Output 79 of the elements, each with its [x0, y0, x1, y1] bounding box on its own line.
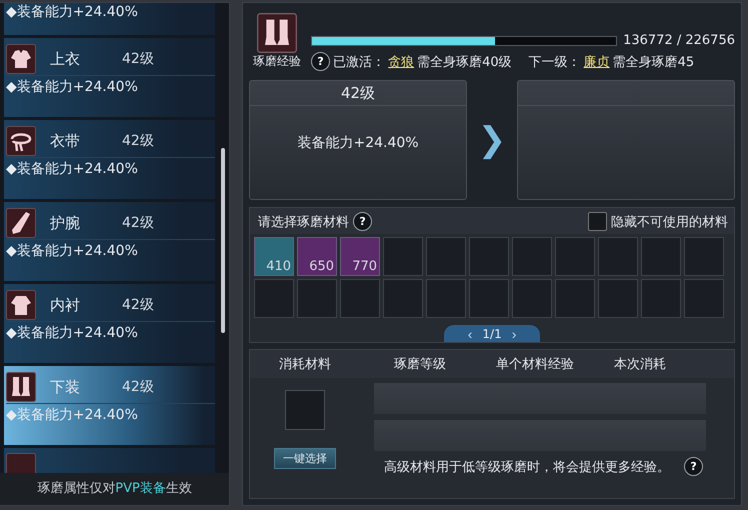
- belt-icon: [6, 126, 36, 156]
- item-name: 衣带: [50, 132, 81, 150]
- materials-title: 请选择琢磨材料: [258, 214, 350, 230]
- material-count: 650: [309, 259, 334, 274]
- equipment-item[interactable]: 内衬 42级 ◆装备能力+24.40%: [4, 284, 216, 363]
- equipment-item[interactable]: 衣带 42级 ◆装备能力+24.40%: [4, 120, 216, 199]
- empty-slot[interactable]: [254, 279, 294, 318]
- item-name: 上衣: [50, 50, 81, 68]
- empty-slot[interactable]: [555, 279, 596, 318]
- page-indicator: 1/1: [482, 326, 502, 340]
- empty-slot[interactable]: [297, 279, 338, 318]
- next-label: 下一级：: [528, 54, 581, 70]
- active-label: 已激活：: [333, 54, 386, 70]
- empty-slot[interactable]: [383, 279, 424, 318]
- active-requirement: 需全身琢磨40级: [417, 54, 512, 70]
- stat-text: ◆装备能力+24.40%: [6, 324, 139, 342]
- empty-slot[interactable]: [285, 390, 326, 430]
- material-count: 410: [266, 259, 292, 274]
- card-stat: 装备能力+24.40%: [298, 134, 419, 152]
- stat-text: ◆装备能力+24.40%: [6, 160, 139, 178]
- help-button[interactable]: ?: [311, 52, 330, 71]
- material-slot[interactable]: 410: [254, 237, 294, 276]
- equipment-item[interactable]: 上衣 42级 ◆装备能力+24.40%: [4, 38, 216, 117]
- item-level: 42级: [122, 214, 154, 232]
- next-link[interactable]: 廉贞: [584, 52, 610, 70]
- column-header: 本次消耗: [613, 356, 668, 373]
- equipment-item[interactable]: 下装 42级 ◆装备能力+24.40%: [4, 366, 216, 445]
- material-count: 770: [352, 259, 378, 274]
- column-header: 琢磨等级: [393, 356, 448, 373]
- next-page-button[interactable]: ›: [512, 326, 516, 340]
- empty-slot[interactable]: [684, 237, 724, 276]
- empty-slot[interactable]: [555, 237, 596, 276]
- item-name: 下装: [50, 378, 81, 396]
- empty-slot[interactable]: [641, 237, 682, 276]
- stat-text: ◆装备能力+24.40%: [6, 78, 139, 96]
- empty-slot[interactable]: [469, 279, 510, 318]
- item-name: 内衬: [50, 296, 81, 314]
- empty-slot[interactable]: [598, 279, 638, 318]
- empty-slot[interactable]: [512, 279, 552, 318]
- material-slot[interactable]: 650: [297, 237, 338, 276]
- hide-label: 隐藏不可使用的材料: [611, 214, 728, 230]
- empty-slot[interactable]: [641, 279, 682, 318]
- footer-note: 琢磨属性仅对PVP装备生效: [0, 473, 230, 505]
- item-level: 42级: [122, 50, 154, 68]
- next-arrow: ❯: [477, 120, 508, 160]
- stat-text: ◆装备能力+24.40%: [6, 406, 139, 424]
- material-slot[interactable]: 770: [340, 237, 380, 276]
- experience-reading: 136772 / 226756: [623, 33, 735, 48]
- item-level: 42级: [122, 132, 154, 150]
- item-level: 42级: [122, 378, 154, 396]
- item-level: 42级: [122, 296, 154, 314]
- jacket-icon: [6, 44, 36, 74]
- empty-slot[interactable]: [684, 279, 724, 318]
- stat-text: ◆装备能力+24.40%: [6, 3, 139, 21]
- column-header: 单个材料经验: [495, 356, 576, 373]
- empty-slot[interactable]: [426, 279, 466, 318]
- empty-slot[interactable]: [598, 237, 638, 276]
- active-link[interactable]: 贪狼: [388, 52, 414, 70]
- auto-select-button[interactable]: 一键选择: [274, 448, 336, 469]
- scrollbar[interactable]: [221, 148, 226, 333]
- column-header: 消耗材料: [278, 356, 332, 373]
- hide-checkbox[interactable]: [588, 212, 607, 231]
- stat-text: ◆装备能力+24.40%: [6, 242, 139, 260]
- empty-slot[interactable]: [340, 279, 380, 318]
- shirt-icon: [6, 290, 36, 320]
- next-requirement: 需全身琢磨45: [612, 54, 694, 70]
- help-button[interactable]: ?: [684, 457, 704, 476]
- equipment-item[interactable]: 护腕 42级 ◆装备能力+24.40%: [4, 202, 216, 281]
- prev-page-button[interactable]: ‹: [468, 326, 472, 340]
- empty-slot[interactable]: [469, 237, 510, 276]
- empty-slot[interactable]: [383, 237, 424, 276]
- hint-text: 高级材料用于低等级琢磨时，将会提供更多经验。: [384, 458, 670, 476]
- empty-slot[interactable]: [512, 237, 552, 276]
- card-level: 42级: [250, 81, 466, 106]
- experience-label: 琢磨经验: [253, 53, 302, 70]
- bracer-icon: [6, 208, 36, 238]
- empty-slot[interactable]: [426, 237, 466, 276]
- help-button[interactable]: ?: [353, 212, 372, 231]
- item-name: 护腕: [50, 214, 81, 232]
